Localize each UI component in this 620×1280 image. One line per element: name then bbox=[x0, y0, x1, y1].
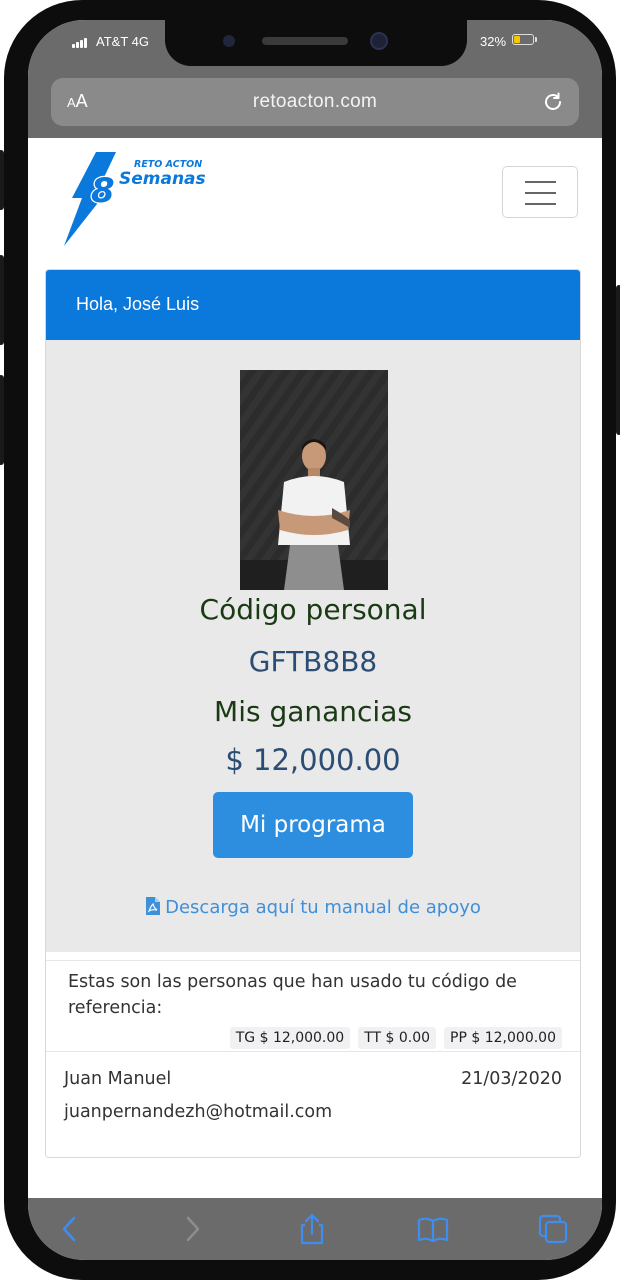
phone-frame: AT&T 4G 32% AA retoacton.com 8 RETO ACTO… bbox=[0, 0, 620, 1280]
side-button bbox=[0, 150, 4, 210]
referral-row: Juan Manuel 21/03/2020 juanpernandezh@ho… bbox=[46, 1052, 580, 1154]
profile-photo bbox=[240, 370, 388, 590]
signal-icon bbox=[72, 36, 94, 48]
browser-bar: AA retoacton.com bbox=[28, 78, 602, 138]
front-camera bbox=[370, 32, 388, 50]
back-icon[interactable] bbox=[54, 1212, 88, 1246]
card-header: Hola, José Luis bbox=[46, 270, 580, 340]
battery-tip bbox=[535, 37, 537, 42]
referrals-header: Estas son las personas que han usado tu … bbox=[46, 960, 580, 1052]
referrals-intro: Estas son las personas que han usado tu … bbox=[68, 972, 517, 1018]
referrals-section: Estas son las personas que han usado tu … bbox=[46, 952, 580, 1157]
forward-icon[interactable] bbox=[174, 1212, 208, 1246]
battery-percent: 32% bbox=[480, 34, 507, 49]
referral-date: 21/03/2020 bbox=[461, 1069, 562, 1089]
address-bar[interactable]: AA retoacton.com bbox=[51, 78, 579, 126]
greeting: Hola, José Luis bbox=[76, 294, 200, 314]
profile-card: Hola, José Luis Código personal GFTB8B8 … bbox=[45, 269, 581, 1158]
download-link-text: Descarga aquí tu manual de apoyo bbox=[165, 897, 481, 918]
carrier-label: AT&T 4G bbox=[96, 34, 149, 49]
url-text[interactable]: retoacton.com bbox=[51, 91, 579, 113]
web-page: 8 RETO ACTON Semanas Hola, José Luis Cód… bbox=[28, 138, 602, 1198]
sensor bbox=[223, 35, 235, 47]
hamburger-menu-button[interactable] bbox=[502, 166, 578, 218]
personal-code-label: Código personal bbox=[199, 593, 427, 626]
referral-email: juanpernandezh@hotmail.com bbox=[64, 1102, 333, 1122]
status-bar: AT&T 4G 32% bbox=[28, 20, 602, 78]
logo-number: 8 bbox=[91, 171, 115, 211]
pdf-file-icon bbox=[146, 897, 161, 915]
notch bbox=[165, 20, 467, 66]
site-logo[interactable]: 8 RETO ACTON Semanas bbox=[64, 146, 214, 246]
referral-name: Juan Manuel bbox=[64, 1069, 172, 1089]
total-badge: TG $ 12,000.00 bbox=[229, 1027, 351, 1049]
my-program-button[interactable]: Mi programa bbox=[213, 792, 413, 858]
share-icon[interactable] bbox=[295, 1212, 329, 1246]
total-badge: PP $ 12,000.00 bbox=[444, 1027, 562, 1049]
personal-code-value: GFTB8B8 bbox=[248, 645, 378, 678]
logo-word: Semanas bbox=[119, 169, 206, 189]
card-body: Código personal GFTB8B8 Mis ganancias $ … bbox=[46, 340, 580, 952]
side-button bbox=[0, 255, 4, 345]
tabs-icon[interactable] bbox=[536, 1212, 570, 1246]
earnings-label: Mis ganancias bbox=[214, 695, 412, 728]
side-button bbox=[616, 285, 620, 435]
total-badge: TT $ 0.00 bbox=[358, 1027, 437, 1049]
earnings-value: $ 12,000.00 bbox=[225, 743, 401, 777]
totals-badges: TG $ 12,000.00 TT $ 0.00 PP $ 12,000.00 bbox=[229, 1027, 562, 1049]
speaker bbox=[262, 37, 348, 45]
download-manual-link[interactable]: Descarga aquí tu manual de apoyo bbox=[46, 896, 580, 918]
battery-icon bbox=[512, 34, 534, 45]
bookmarks-icon[interactable] bbox=[416, 1212, 450, 1246]
screen: AT&T 4G 32% AA retoacton.com 8 RETO ACTO… bbox=[28, 20, 602, 1260]
browser-toolbar bbox=[28, 1198, 602, 1260]
reload-icon[interactable] bbox=[541, 90, 565, 114]
side-button bbox=[0, 375, 4, 465]
